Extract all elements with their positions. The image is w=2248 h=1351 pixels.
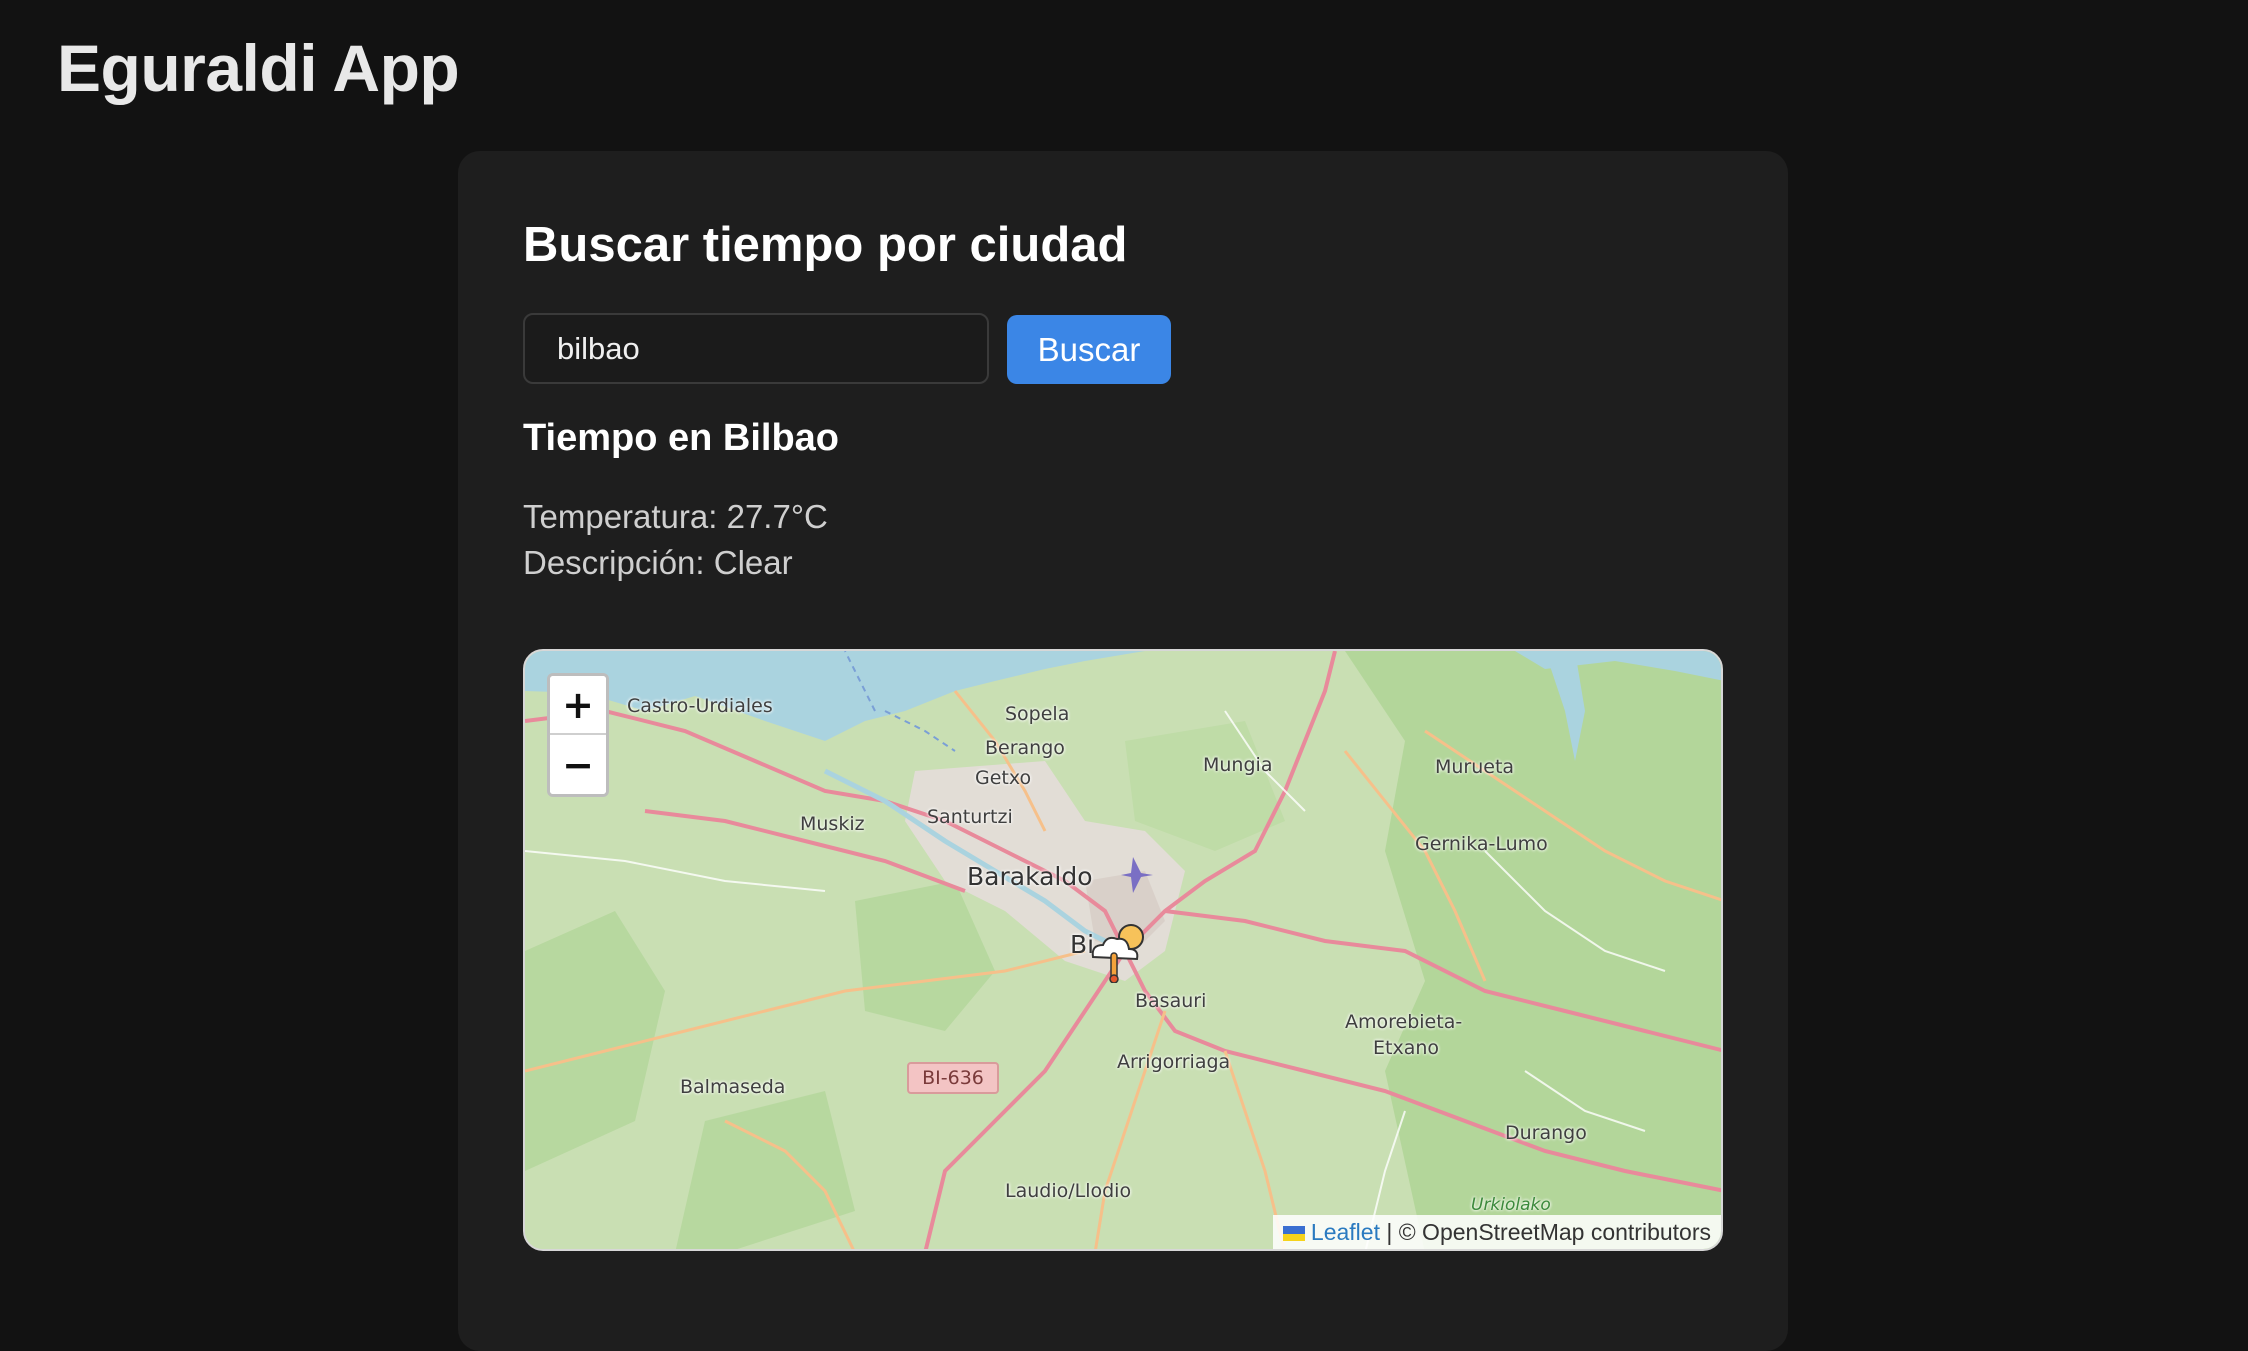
map-label-urkiolako: Urkiolako <box>1471 1195 1551 1215</box>
weather-map[interactable]: Castro-Urdiales Sopela Berango Getxo Mun… <box>523 649 1723 1251</box>
map-label-balmaseda: Balmaseda <box>680 1076 786 1098</box>
osm-attribution-text: | © OpenStreetMap contributors <box>1379 1219 1711 1245</box>
map-label-getxo: Getxo <box>975 767 1032 789</box>
map-label-santurtzi: Santurtzi <box>927 806 1013 828</box>
ukraine-flag-icon <box>1282 1226 1305 1241</box>
zoom-out-button[interactable]: − <box>550 735 606 794</box>
app-title: Eguraldi App <box>57 31 460 105</box>
search-button[interactable]: Buscar <box>1007 315 1171 384</box>
map-label-gernika-lumo: Gernika-Lumo <box>1415 833 1548 855</box>
city-search-input[interactable] <box>523 313 989 384</box>
map-label-sopela: Sopela <box>1005 703 1070 725</box>
search-heading: Buscar tiempo por ciudad <box>523 218 1128 272</box>
result-title: Tiempo en Bilbao <box>523 417 840 459</box>
zoom-control: + − <box>547 673 609 797</box>
map-attribution: Leaflet | © OpenStreetMap contributors <box>1272 1215 1721 1249</box>
zoom-in-button[interactable]: + <box>550 676 606 735</box>
search-card: Buscar tiempo por ciudad Buscar Tiempo e… <box>458 151 1788 1351</box>
leaflet-link[interactable]: Leaflet <box>1311 1219 1380 1245</box>
map-label-laudio: Laudio/Llodio <box>1005 1180 1132 1202</box>
road-shield-bi-636: BI-636 <box>907 1062 999 1094</box>
weather-marker-icon[interactable] <box>1085 923 1157 983</box>
map-label-arrigorriaga: Arrigorriaga <box>1117 1051 1231 1073</box>
map-label-basauri: Basauri <box>1135 990 1207 1012</box>
description-text: Descripción: Clear <box>523 544 793 581</box>
map-label-mungia: Mungia <box>1203 754 1273 776</box>
map-label-amorebieta: Amorebieta- <box>1345 1011 1463 1033</box>
map-label-murueta: Murueta <box>1435 756 1515 778</box>
map-label-barakaldo: Barakaldo <box>967 862 1093 891</box>
map-label-muskiz: Muskiz <box>800 813 865 835</box>
map-label-berango: Berango <box>985 737 1065 759</box>
map-label-durango: Durango <box>1505 1122 1587 1144</box>
map-label-etxano: Etxano <box>1373 1037 1440 1059</box>
map-label-castro-urdiales: Castro-Urdiales <box>627 695 773 717</box>
temperature-text: Temperatura: 27.7°C <box>523 498 828 535</box>
